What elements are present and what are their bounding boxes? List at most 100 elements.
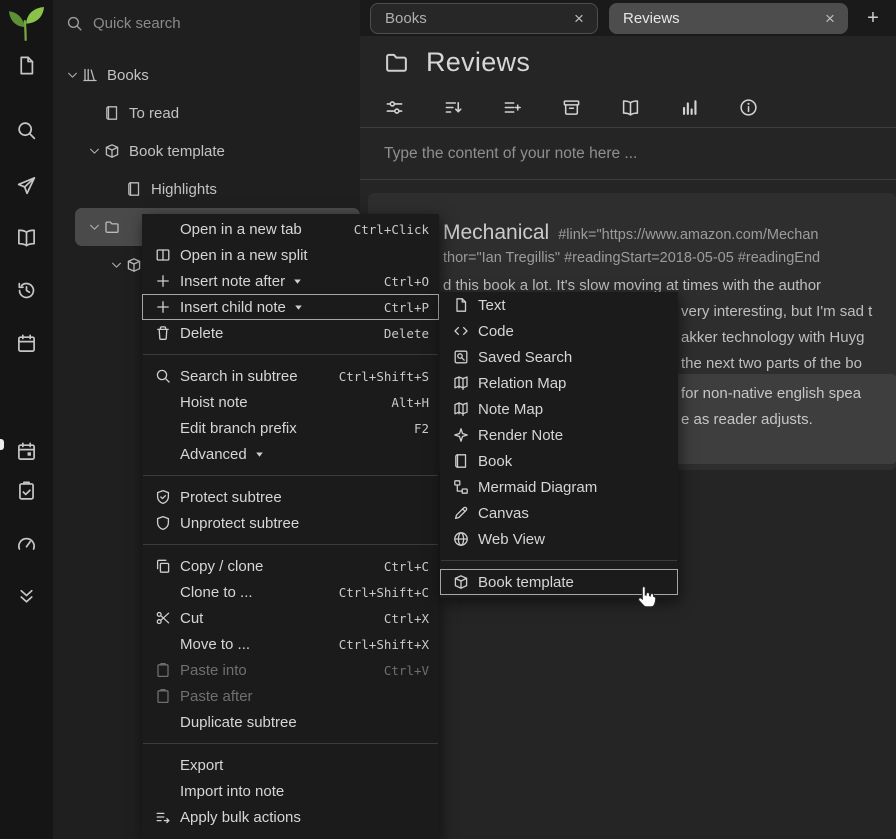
ribbon-bar-chart-button[interactable] — [671, 93, 707, 123]
context-menu-item-open-in-a-new-split[interactable]: Open in a new split — [142, 242, 439, 268]
close-icon[interactable]: × — [569, 9, 589, 29]
ribbon-info-button[interactable] — [730, 93, 766, 123]
launcher-calendar-button[interactable] — [0, 317, 53, 369]
close-icon[interactable]: × — [820, 9, 840, 29]
context-menu-item-protect-subtree[interactable]: Protect subtree — [142, 484, 439, 510]
launcher-new-note-button[interactable] — [0, 39, 53, 91]
launcher-search-notes-button[interactable] — [0, 104, 53, 156]
context-menu-item-cut[interactable]: CutCtrl+X — [142, 605, 439, 631]
menu-item-label: Insert note after — [180, 273, 285, 290]
flowchart-icon — [453, 479, 469, 495]
context-menu-item-edit-branch-prefix[interactable]: Edit branch prefixF2 — [142, 415, 439, 441]
chevron-down-icon[interactable] — [106, 258, 126, 272]
type-menu-item-render-note[interactable]: Render Note — [440, 422, 678, 448]
launcher-dashboard-button[interactable] — [0, 517, 53, 569]
note-content-editor[interactable]: Type the content of your note here ... — [360, 128, 896, 180]
calendar-event-icon — [16, 441, 37, 462]
context-menu-item-search-in-subtree[interactable]: Search in subtreeCtrl+Shift+S — [142, 363, 439, 389]
ribbon-sort-down-button[interactable] — [435, 93, 471, 123]
context-menu-item-open-in-a-new-tab[interactable]: Open in a new tabCtrl+Click — [142, 216, 439, 242]
menu-item-label: Hoist note — [180, 394, 248, 411]
context-menu-item-clone-to[interactable]: Clone to ... Ctrl+Shift+C — [142, 579, 439, 605]
book-card-title[interactable]: Mechanical — [443, 221, 549, 245]
book-card-attributes-1: #link="https://www.amazon.com/Mechan — [558, 227, 818, 243]
ribbon-open-book-button[interactable] — [612, 93, 648, 123]
menu-item-label: Edit branch prefix — [180, 420, 297, 437]
type-menu-item-text[interactable]: Text — [440, 292, 678, 318]
context-menu-item-paste-after[interactable]: Paste after — [142, 683, 439, 709]
menu-item-label: Relation Map — [478, 375, 566, 392]
copy-icon — [155, 558, 171, 574]
note-title[interactable]: Reviews — [426, 47, 530, 78]
launcher-task-list-button[interactable] — [0, 464, 53, 516]
type-menu-item-web-view[interactable]: Web View — [440, 526, 678, 552]
context-menu-item-delete[interactable]: DeleteDelete — [142, 320, 439, 346]
menu-item-shortcut: Alt+H — [391, 395, 429, 410]
menu-icon-spacer — [155, 783, 171, 799]
type-menu-item-mermaid-diagram[interactable]: Mermaid Diagram — [440, 474, 678, 500]
context-menu-item-copy-clone[interactable]: Copy / cloneCtrl+C — [142, 553, 439, 579]
launcher-open-book-button[interactable] — [0, 211, 53, 263]
ribbon-list-plus-button[interactable] — [494, 93, 530, 123]
context-menu-item-hoist-note[interactable]: Hoist note Alt+H — [142, 389, 439, 415]
context-menu-item-import-into-note[interactable]: Import into note — [142, 778, 439, 804]
context-menu-item-advanced[interactable]: Advanced — [142, 441, 439, 467]
tab-books[interactable]: Books× — [370, 3, 598, 34]
type-menu-item-saved-search[interactable]: Saved Search — [440, 344, 678, 370]
tree-item-book-template[interactable]: Book template — [53, 132, 360, 170]
menu-item-label: Mermaid Diagram — [478, 479, 597, 496]
history-icon — [16, 280, 37, 301]
ribbon-archive-button[interactable] — [553, 93, 589, 123]
gauge-icon — [16, 533, 37, 554]
type-menu-item-note-map[interactable]: Note Map — [440, 396, 678, 422]
folder-icon — [384, 50, 409, 75]
type-menu-item-canvas[interactable]: Canvas — [440, 500, 678, 526]
tree-context-menu: Open in a new tabCtrl+ClickOpen in a new… — [142, 214, 439, 839]
context-menu-item-unprotect-subtree[interactable]: Unprotect subtree — [142, 510, 439, 536]
context-menu-item-export[interactable]: Export — [142, 752, 439, 778]
menu-item-shortcut: Ctrl+C — [384, 559, 429, 574]
launcher-collapse-tree-button[interactable] — [0, 570, 53, 622]
menu-item-shortcut: Ctrl+Shift+S — [339, 369, 429, 384]
chevron-down-icon[interactable] — [84, 220, 104, 234]
globe-icon — [453, 531, 469, 547]
menu-item-label: Render Note — [478, 427, 563, 444]
tree-item-to-read[interactable]: To read — [53, 94, 360, 132]
tree-item-highlights[interactable]: Highlights — [53, 170, 360, 208]
list-plus-icon — [503, 98, 522, 117]
tree-item-label: Highlights — [151, 181, 217, 198]
type-menu-item-relation-map[interactable]: Relation Map — [440, 370, 678, 396]
chevron-down-icon[interactable] — [84, 144, 104, 158]
type-menu-item-book[interactable]: Book — [440, 448, 678, 474]
tab-reviews[interactable]: Reviews× — [609, 3, 848, 34]
chevron-down-icon — [88, 145, 101, 158]
menu-item-label: Export — [180, 757, 223, 774]
tree-item-books[interactable]: Books — [53, 56, 360, 94]
context-menu-item-duplicate-subtree[interactable]: Duplicate subtree — [142, 709, 439, 735]
tab-list: Books× Reviews× — [370, 0, 848, 34]
book-icon — [126, 181, 142, 197]
context-menu-item-paste-into[interactable]: Paste intoCtrl+V — [142, 657, 439, 683]
type-menu-item-code[interactable]: Code — [440, 318, 678, 344]
new-tab-button[interactable]: + — [860, 3, 886, 33]
context-menu-item-apply-bulk-actions[interactable]: Apply bulk actions — [142, 804, 439, 830]
review-text-line-4: the next two parts of the bo — [681, 355, 862, 372]
menu-item-label: Unprotect subtree — [180, 515, 299, 532]
launcher-jump-to-note-button[interactable] — [0, 159, 53, 211]
chevron-down-icon[interactable] — [62, 68, 82, 82]
context-menu-item-move-to[interactable]: Move to ...Ctrl+Shift+X — [142, 631, 439, 657]
type-menu-item-book-template[interactable]: Book template — [440, 569, 678, 595]
menu-icon-spacer — [155, 636, 171, 652]
context-menu-item-insert-child-note[interactable]: Insert child noteCtrl+P — [142, 294, 439, 320]
menu-item-label: Clone to ... — [180, 584, 253, 601]
chevron-down-icon — [110, 259, 123, 272]
menu-item-label: Text — [478, 297, 506, 314]
menu-item-shortcut: Ctrl+Shift+C — [339, 585, 429, 600]
menu-icon-spacer — [155, 420, 171, 436]
map-alt-icon — [453, 401, 469, 417]
context-menu-item-insert-note-after[interactable]: Insert note afterCtrl+O — [142, 268, 439, 294]
ribbon-sliders-button[interactable] — [376, 93, 412, 123]
launcher-recent-changes-button[interactable] — [0, 264, 53, 316]
quick-search[interactable]: Quick search — [53, 0, 360, 46]
shield-icon — [155, 515, 171, 531]
